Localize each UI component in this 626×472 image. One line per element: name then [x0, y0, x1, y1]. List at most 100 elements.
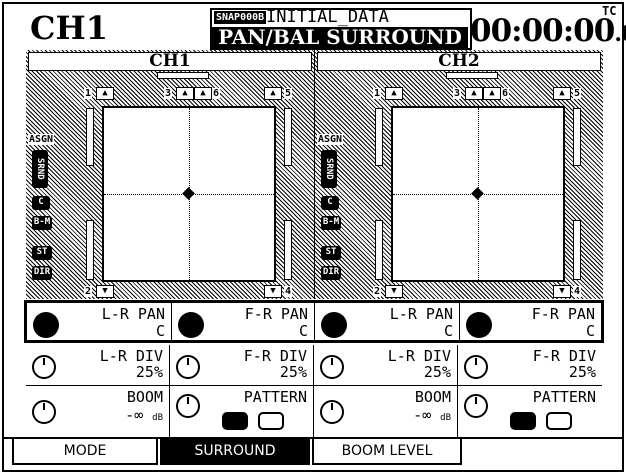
- c-button[interactable]: C: [32, 196, 50, 210]
- div-knob-icon[interactable]: [176, 355, 200, 379]
- triangle-up-icon: ▲: [176, 87, 194, 100]
- knob-label: L-R DIV: [387, 347, 451, 365]
- dir-button[interactable]: DIR: [32, 266, 52, 280]
- pan-knob-icon[interactable]: [321, 312, 347, 338]
- knob-label: F-R DIV: [532, 347, 596, 365]
- tab-surround[interactable]: SURROUND: [160, 439, 310, 465]
- speaker-2-label: 2: [84, 286, 93, 297]
- pan-cell[interactable]: F-R PAN C: [460, 303, 601, 340]
- triangle-down-icon: ▼: [553, 285, 571, 298]
- triangle-down-icon: ▼: [385, 285, 403, 298]
- div-row: L-R DIV 25% F-R DIV 25% L-R DIV 25% F-R …: [26, 345, 602, 386]
- pattern-omni-icon[interactable]: [258, 412, 284, 430]
- srnd-button[interactable]: SRND: [321, 150, 337, 188]
- boom-knob-icon[interactable]: [320, 400, 344, 424]
- knob-value: C: [155, 322, 165, 340]
- assign-label: ASGN: [317, 134, 343, 145]
- channel-panel-ch2: CH2 1 ▲ 3 ▲ ▲ 6 ▲ 5 2 ▼ ▼ 4 ASGN SRND C …: [314, 50, 603, 299]
- pattern-knob-icon[interactable]: [176, 394, 200, 418]
- speaker-6-label: 6: [501, 88, 510, 99]
- bm-button[interactable]: B-M: [32, 216, 52, 230]
- surround-pad[interactable]: [391, 106, 565, 282]
- pan-cell[interactable]: L-R PAN C: [27, 303, 172, 340]
- div-cell[interactable]: L-R DIV 25%: [314, 345, 458, 385]
- pan-position-dot[interactable]: [182, 187, 195, 200]
- st-button[interactable]: ST: [32, 246, 52, 260]
- knob-label: L-R PAN: [389, 305, 453, 323]
- fader-bar[interactable]: [157, 72, 209, 79]
- div-knob-icon[interactable]: [32, 355, 56, 379]
- triangle-up-icon: ▲: [483, 87, 501, 100]
- pan-knob-icon[interactable]: [466, 312, 492, 338]
- knob-value: 25%: [279, 363, 307, 381]
- data-name: INITIAL_DATA: [266, 7, 389, 27]
- knob-label: PATTERN: [243, 388, 307, 406]
- knob-value: C: [585, 322, 595, 340]
- knob-label: F-R PAN: [531, 305, 595, 323]
- boom-value: -∞: [413, 406, 432, 424]
- level-bar: [375, 220, 383, 280]
- db-unit: dB: [152, 413, 163, 423]
- boom-cell[interactable]: BOOM -∞ dB: [314, 386, 458, 438]
- div-knob-icon[interactable]: [320, 355, 344, 379]
- knob-value: -∞ dB: [413, 408, 451, 426]
- db-unit: dB: [440, 413, 451, 423]
- level-bar: [375, 108, 383, 166]
- boom-knob-icon[interactable]: [32, 400, 56, 424]
- speaker-3-label: 3: [453, 88, 462, 99]
- speaker-4-label: 4: [573, 286, 582, 297]
- channel-header: CH2: [317, 52, 601, 71]
- level-bar: [284, 220, 292, 280]
- pattern-figure8-icon[interactable]: [510, 412, 536, 430]
- tab-boom-level[interactable]: BOOM LEVEL: [312, 439, 462, 465]
- channel-panel-ch1: CH1 1 ▲ 3 ▲ ▲ 6 ▲ 5 2 ▼ ▼ 4 ASGN SRND C …: [26, 50, 314, 299]
- knob-value: C: [443, 322, 453, 340]
- boom-cell[interactable]: BOOM -∞ dB: [26, 386, 170, 438]
- pan-cell[interactable]: F-R PAN C: [172, 303, 315, 340]
- knob-label: PATTERN: [532, 388, 596, 406]
- div-cell[interactable]: L-R DIV 25%: [26, 345, 170, 385]
- srnd-button[interactable]: SRND: [32, 150, 48, 188]
- pan-row: L-R PAN C F-R PAN C L-R PAN C F-R PAN C: [24, 300, 604, 343]
- surround-pad[interactable]: [102, 106, 276, 282]
- knob-value: -∞ dB: [125, 408, 163, 426]
- pattern-cell[interactable]: PATTERN: [458, 386, 602, 438]
- triangle-up-icon: ▲: [553, 87, 571, 100]
- pattern-figure8-icon[interactable]: [222, 412, 248, 430]
- knob-label: F-R PAN: [244, 305, 308, 323]
- fader-bar[interactable]: [446, 72, 498, 79]
- channel-title: CH1: [30, 9, 108, 47]
- speaker-1-label: 1: [373, 88, 382, 99]
- c-button[interactable]: C: [321, 196, 339, 210]
- knob-label: BOOM: [126, 388, 163, 406]
- level-bar: [573, 108, 581, 166]
- pan-cell[interactable]: L-R PAN C: [315, 303, 460, 340]
- pan-knob-icon[interactable]: [33, 312, 59, 338]
- assign-label: ASGN: [28, 134, 54, 145]
- pattern-knob-icon[interactable]: [464, 394, 488, 418]
- speaker-3-label: 3: [164, 88, 173, 99]
- timecode-main: 00:00:00: [470, 13, 615, 49]
- pattern-omni-icon[interactable]: [546, 412, 572, 430]
- speaker-2-label: 2: [373, 286, 382, 297]
- div-cell[interactable]: F-R DIV 25%: [170, 345, 314, 385]
- pan-position-dot[interactable]: [471, 187, 484, 200]
- tab-mode[interactable]: MODE: [12, 439, 158, 465]
- st-button[interactable]: ST: [321, 246, 341, 260]
- knob-label: BOOM: [414, 388, 451, 406]
- bm-button[interactable]: B-M: [321, 216, 341, 230]
- dir-button[interactable]: DIR: [321, 266, 341, 280]
- pan-knob-icon[interactable]: [178, 312, 204, 338]
- knob-label: L-R PAN: [101, 305, 165, 323]
- level-bar: [284, 108, 292, 166]
- timecode: 00:00:00.00: [470, 14, 626, 51]
- knob-value: 25%: [568, 363, 596, 381]
- triangle-up-icon: ▲: [465, 87, 483, 100]
- boom-row: BOOM -∞ dB PATTERN BOOM -∞ dB PATTERN: [26, 386, 602, 438]
- speaker-5-label: 5: [284, 88, 293, 99]
- div-knob-icon[interactable]: [464, 355, 488, 379]
- pattern-cell[interactable]: PATTERN: [170, 386, 314, 438]
- knob-label: F-R DIV: [243, 347, 307, 365]
- timecode-frames: .00: [614, 21, 626, 47]
- div-cell[interactable]: F-R DIV 25%: [458, 345, 602, 385]
